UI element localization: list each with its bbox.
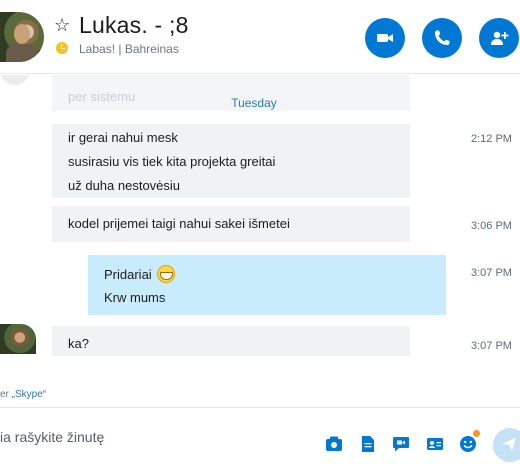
message-text-line: Pridariai	[104, 265, 176, 283]
send-icon	[502, 437, 516, 451]
contact-name[interactable]: Lukas. - ;8	[79, 12, 189, 39]
skype-footer-note: er „Skype“	[0, 389, 46, 400]
add-participant-button[interactable]	[479, 18, 519, 58]
contact-avatar[interactable]	[0, 12, 44, 62]
sender-avatar[interactable]	[0, 324, 36, 354]
outgoing-message-bubble[interactable]: Pridariai Krw mums	[88, 255, 446, 315]
contact-mood-location: Labas! | Bahreinas	[79, 42, 179, 56]
message-text: kodel prijemei taigi nahui sakei išmetei	[68, 216, 290, 231]
media-gallery-icon[interactable]	[325, 435, 343, 453]
notification-dot	[473, 430, 480, 437]
message-text: susirasiu vis tiek kita projekta greitai	[68, 154, 276, 169]
send-button[interactable]	[493, 428, 520, 462]
contact-card-icon[interactable]	[426, 435, 444, 453]
video-camera-icon	[377, 34, 393, 42]
favorite-star-icon[interactable]: ☆	[54, 16, 72, 34]
video-message-icon[interactable]	[392, 435, 410, 453]
file-icon[interactable]	[359, 435, 377, 453]
compose-bar	[0, 407, 520, 464]
message-text: Krw mums	[104, 290, 166, 305]
skype-chat-window: ☆ Lukas. - ;8 Labas! | Bahreinas per sis…	[0, 0, 520, 464]
grinning-face-icon	[157, 265, 176, 283]
phone-icon	[435, 30, 450, 45]
message-text: už duha nestovėsiu	[68, 178, 181, 193]
away-status-icon	[56, 42, 68, 54]
add-person-icon	[491, 31, 509, 45]
message-text: ir gerai nahui mesk	[68, 130, 178, 145]
message-bubble[interactable]: kodel prijemei taigi nahui sakei išmetei	[52, 206, 410, 242]
conversation-header: ☆ Lukas. - ;8 Labas! | Bahreinas	[0, 0, 520, 74]
message-timestamp: 3:07 PM	[471, 267, 512, 279]
footer-prefix: er	[0, 389, 12, 400]
day-separator: Tuesday	[231, 96, 277, 110]
previous-sender-avatar	[0, 75, 30, 85]
message-bubble[interactable]: ka?	[52, 326, 410, 356]
message-text: Pridariai	[104, 267, 152, 282]
message-history[interactable]: per sistemu Tuesday ir gerai nahui mesk …	[0, 75, 520, 375]
skype-link[interactable]: „Skype“	[12, 389, 46, 400]
emoticon-icon[interactable]	[459, 435, 477, 453]
message-input[interactable]	[0, 427, 310, 447]
message-timestamp: 3:07 PM	[471, 340, 512, 352]
message-text: ka?	[68, 336, 89, 351]
message-timestamp: 3:06 PM	[471, 220, 512, 232]
video-call-button[interactable]	[365, 18, 405, 58]
message-bubble[interactable]: ir gerai nahui mesk susirasiu vis tiek k…	[52, 124, 410, 198]
message-timestamp: 2:12 PM	[471, 133, 512, 145]
audio-call-button[interactable]	[422, 18, 462, 58]
